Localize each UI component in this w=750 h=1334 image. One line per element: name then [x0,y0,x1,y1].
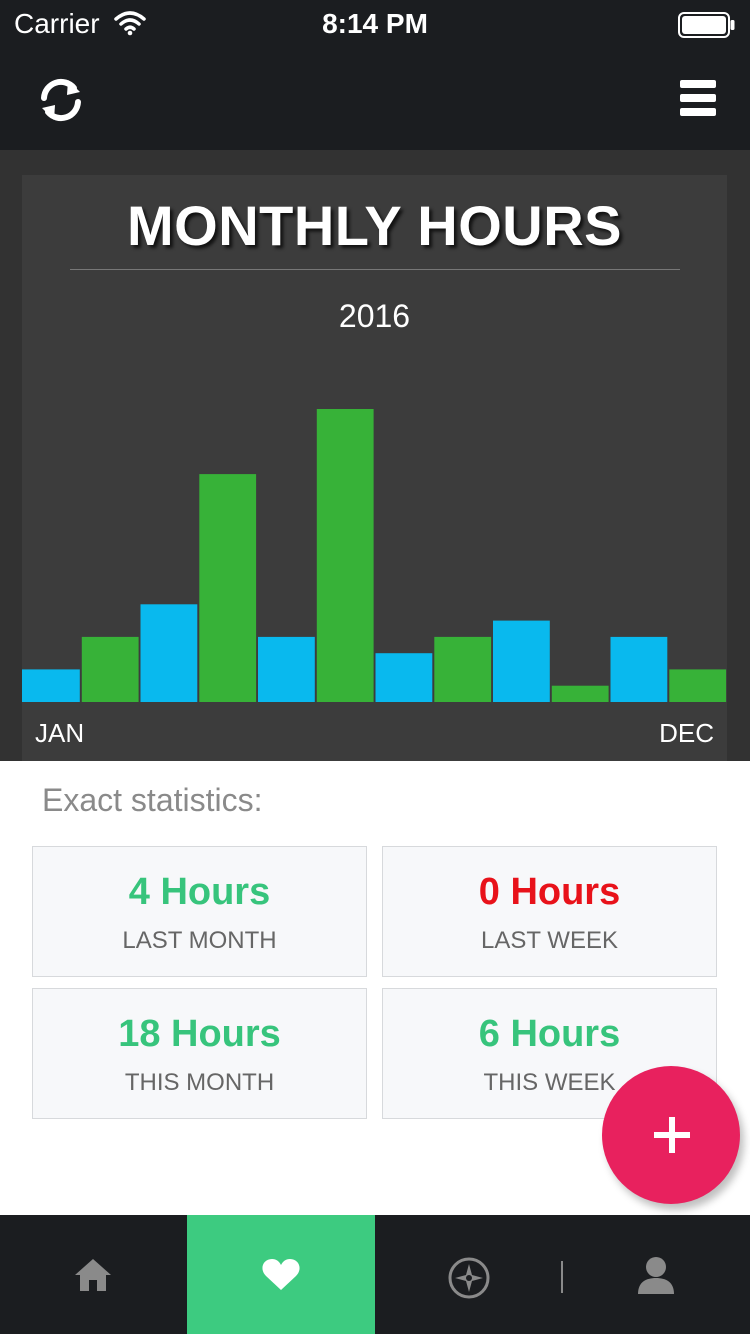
plus-icon [654,1117,690,1153]
home-icon [75,1259,111,1291]
hamburger-menu-button[interactable] [680,80,716,120]
menu-bar-line [680,80,716,88]
x-axis-start-label: JAN [35,718,85,748]
stat-card-last-week: 0 Hours LAST WEEK [382,846,717,977]
stat-value: 6 Hours [478,1013,621,1055]
status-time: 8:14 PM [322,8,428,39]
stat-caption: THIS MONTH [124,1069,275,1096]
nav-explore[interactable] [375,1215,562,1334]
bar-dec [669,669,727,702]
refresh-icon [41,78,81,122]
bar-jan [22,669,80,702]
bar-feb [81,636,139,702]
menu-bar-line [680,94,716,102]
bar-may [258,636,315,702]
bar-jul [375,653,433,702]
nav-home[interactable] [0,1215,187,1334]
bar-sep [493,620,550,702]
user-icon [638,1257,674,1294]
add-entry-button[interactable] [602,1066,740,1204]
stat-value: 18 Hours [118,1013,281,1055]
stat-caption: LAST WEEK [481,927,618,954]
status-bar: Carrier 8:14 PM [0,0,750,50]
stat-value: 4 Hours [128,871,271,913]
battery-icon [678,12,735,38]
bar-jun [316,409,374,702]
menu-bar-line [680,108,716,116]
chart-section: MONTHLY HOURS 2016 JAN DEC [0,150,750,761]
compass-icon [448,1257,490,1299]
bar-oct [551,685,609,702]
chart-panel: MONTHLY HOURS 2016 JAN DEC [22,175,727,761]
x-axis-end-label: DEC [659,718,714,748]
nav-profile[interactable] [563,1215,750,1334]
heart-icon [262,1259,300,1290]
bottom-nav [0,1215,750,1334]
stats-heading: Exact statistics: [42,782,263,818]
bar-nov [610,636,668,702]
app-bar [0,50,750,150]
bar-apr [199,474,257,702]
nav-favorites[interactable] [187,1215,375,1334]
monthly-hours-bar-chart [22,409,727,702]
stat-caption: LAST MONTH [122,927,277,954]
bar-mar [140,604,198,702]
stat-value: 0 Hours [478,871,621,913]
bar-aug [434,636,492,702]
stat-card-last-month: 4 Hours LAST MONTH [32,846,367,977]
refresh-button[interactable] [34,76,88,124]
stat-card-this-month: 18 Hours THIS MONTH [32,988,367,1119]
